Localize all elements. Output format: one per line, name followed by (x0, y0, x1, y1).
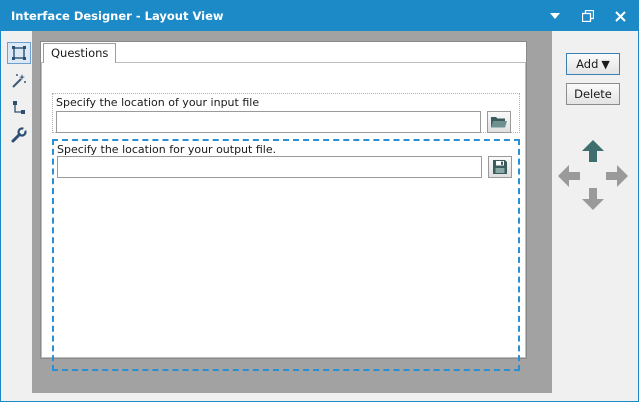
arrow-up-icon[interactable] (581, 139, 605, 166)
layout-select-icon[interactable] (7, 42, 31, 64)
folder-open-icon[interactable] (487, 111, 511, 133)
tab-questions[interactable]: Questions (43, 43, 117, 63)
restore-icon[interactable] (578, 6, 598, 26)
delete-button[interactable]: Delete (566, 83, 620, 105)
arrow-right-icon[interactable] (605, 164, 629, 191)
move-arrows (557, 139, 629, 211)
output-file-path-field[interactable] (57, 156, 482, 178)
tree-hierarchy-icon[interactable] (7, 97, 31, 119)
left-toolbar (2, 31, 32, 401)
input-file-path-field[interactable] (56, 111, 481, 133)
question-input-file[interactable]: Specify the location of your input file (52, 93, 520, 133)
add-button[interactable]: Add ▼ (566, 53, 620, 75)
right-panel: Add ▼ Delete (553, 31, 638, 401)
questions-tab-page: Specify the location of your input file … (41, 62, 526, 371)
arrow-down-icon[interactable] (581, 187, 605, 214)
interface-designer-window: Interface Designer - Layout View Questio… (0, 0, 639, 402)
question-output-file[interactable]: Specify the location for your output fil… (52, 139, 520, 371)
wrench-icon[interactable] (7, 124, 31, 146)
magic-wand-icon[interactable] (7, 70, 31, 92)
arrow-left-icon[interactable] (557, 164, 581, 191)
close-icon[interactable] (610, 6, 630, 26)
save-disk-icon[interactable] (488, 156, 512, 178)
add-dropdown-caret: ▼ (601, 57, 610, 71)
add-button-label: Add (576, 57, 599, 71)
design-surface: Questions Specify the location of your i… (40, 41, 527, 371)
chevron-down-icon[interactable] (545, 6, 565, 26)
question-label: Specify the location of your input file (56, 96, 260, 109)
title-bar: Interface Designer - Layout View (1, 1, 638, 31)
window-title: Interface Designer - Layout View (11, 9, 224, 23)
question-label: Specify the location for your output fil… (57, 143, 277, 156)
